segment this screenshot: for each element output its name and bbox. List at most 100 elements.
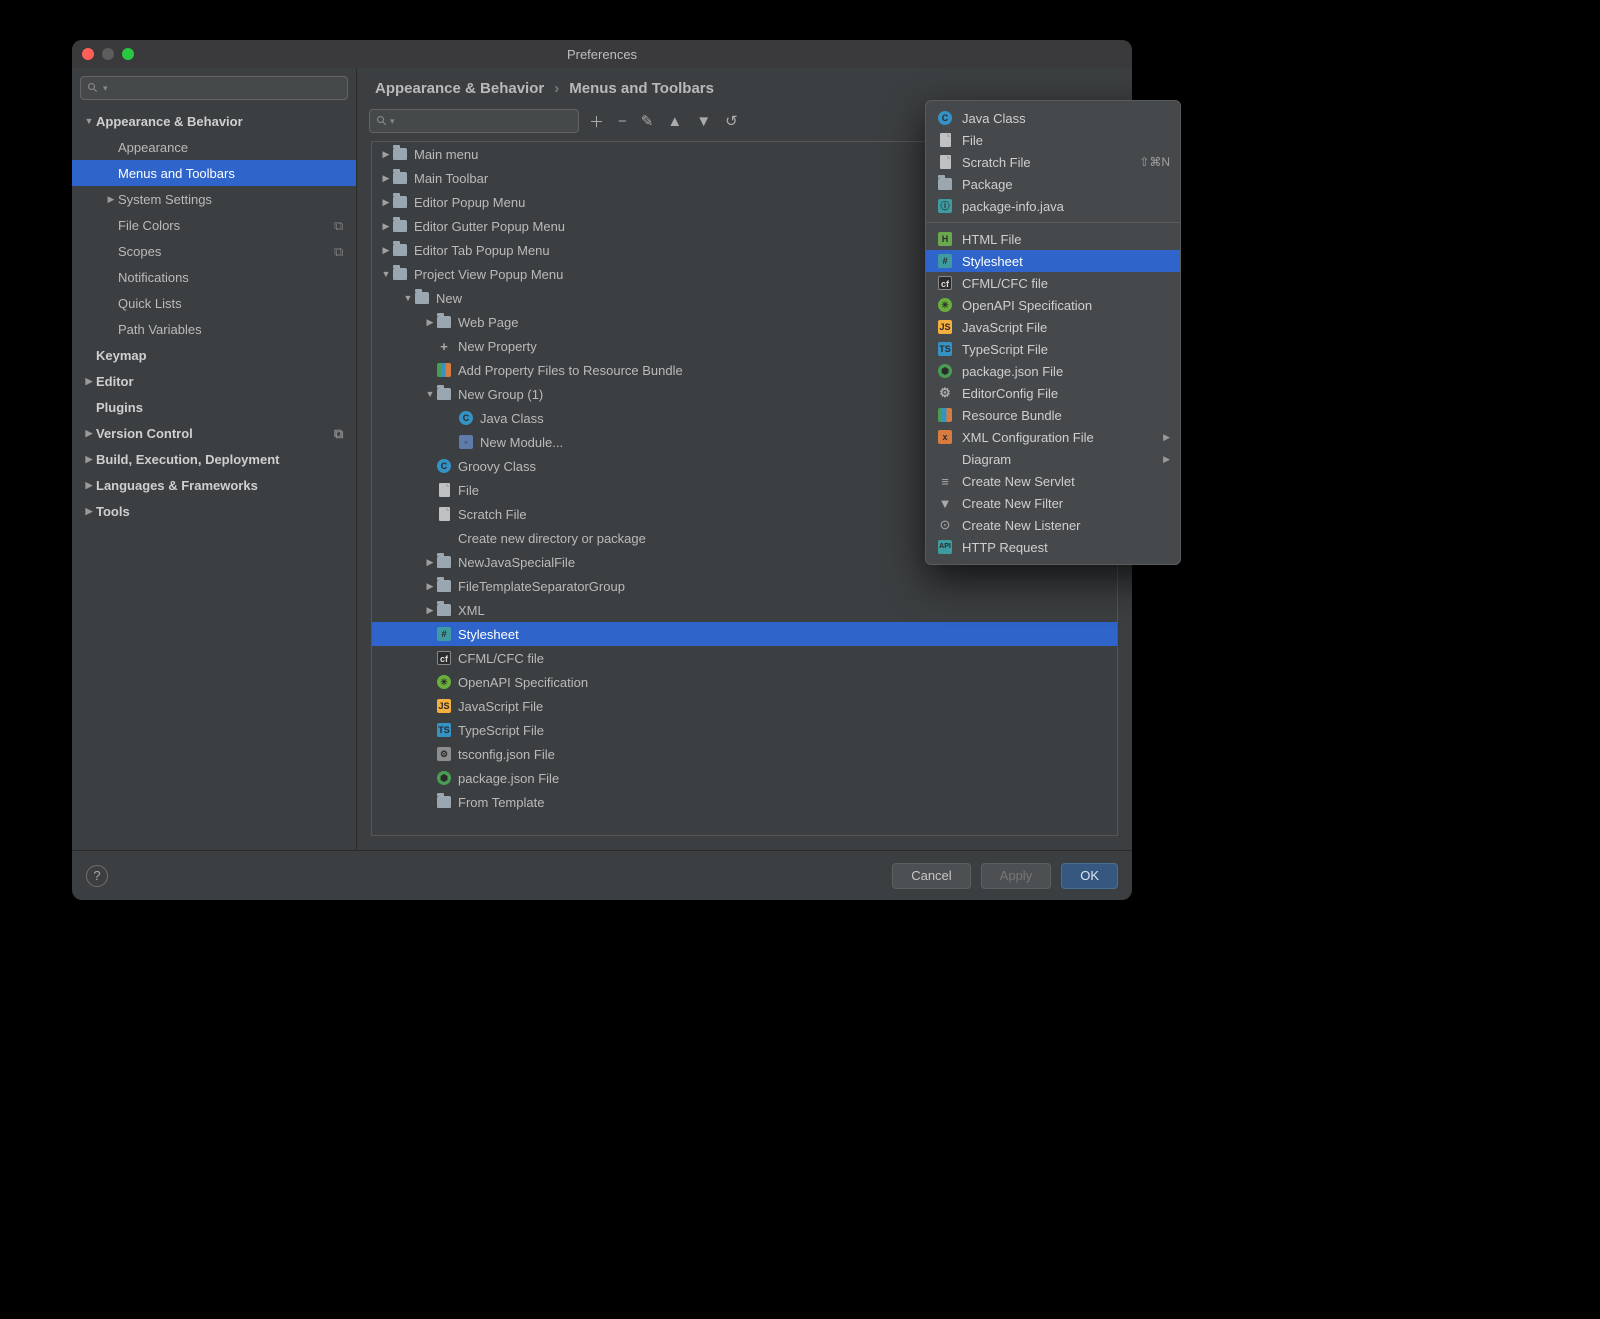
item-icon: ▼ bbox=[936, 496, 954, 511]
sidebar-item[interactable]: Quick Lists bbox=[72, 290, 356, 316]
expand-arrow-icon: ▶ bbox=[82, 454, 96, 465]
popup-item-label: Java Class bbox=[962, 111, 1026, 126]
tree-row[interactable]: ▶FileTemplateSeparatorGroup bbox=[372, 574, 1117, 598]
sidebar-item[interactable]: Keymap bbox=[72, 342, 356, 368]
popup-menu-item[interactable]: CJava Class bbox=[926, 107, 1180, 129]
popup-menu-item[interactable]: ≡Create New Servlet bbox=[926, 470, 1180, 492]
popup-menu-item[interactable]: ⓘpackage-info.java bbox=[926, 195, 1180, 217]
sidebar-item[interactable]: ▶Tools bbox=[72, 498, 356, 524]
tree-row-label: FileTemplateSeparatorGroup bbox=[458, 579, 625, 594]
new-file-popup[interactable]: CJava Class File Scratch File⇧⌘N Package ⓘpa… bbox=[925, 100, 1181, 565]
popup-menu-item[interactable]: HHTML File bbox=[926, 228, 1180, 250]
popup-menu-item[interactable]: File bbox=[926, 129, 1180, 151]
expand-arrow-icon: ▶ bbox=[424, 557, 436, 568]
popup-menu-item[interactable]: TSTypeScript File bbox=[926, 338, 1180, 360]
popup-menu-item[interactable]: APIHTTP Request bbox=[926, 536, 1180, 558]
sidebar-item-label: Scopes bbox=[118, 244, 161, 259]
chevron-right-icon: › bbox=[554, 80, 559, 97]
popup-item-label: File bbox=[962, 133, 983, 148]
cancel-button[interactable]: Cancel bbox=[892, 863, 970, 889]
tree-row[interactable]: JS JavaScript File bbox=[372, 694, 1117, 718]
sidebar-item[interactable]: Path Variables bbox=[72, 316, 356, 342]
item-icon: # bbox=[436, 627, 452, 641]
tree-row[interactable]: TSTypeScript File bbox=[372, 718, 1117, 742]
popup-item-label: HTTP Request bbox=[962, 540, 1048, 555]
popup-menu-item[interactable]: cfCFML/CFC file bbox=[926, 272, 1180, 294]
reset-button[interactable]: ↺ bbox=[725, 112, 738, 130]
tree-row-label: Web Page bbox=[458, 315, 518, 330]
sidebar-item[interactable]: Notifications bbox=[72, 264, 356, 290]
tree-row[interactable]: ⬢package.json File bbox=[372, 766, 1117, 790]
sidebar-item[interactable]: ▼Appearance & Behavior bbox=[72, 108, 356, 134]
sidebar-search-input[interactable]: ▾ bbox=[80, 76, 348, 100]
item-icon bbox=[436, 388, 452, 400]
item-icon bbox=[392, 220, 408, 232]
item-icon bbox=[436, 483, 452, 497]
breadcrumb-category: Appearance & Behavior bbox=[375, 80, 544, 97]
expand-arrow-icon: ▼ bbox=[424, 389, 436, 399]
tree-row[interactable]: ✳OpenAPI Specification bbox=[372, 670, 1117, 694]
item-icon: ▫ bbox=[458, 435, 474, 449]
popup-menu-item[interactable]: ⊙Create New Listener bbox=[926, 514, 1180, 536]
sidebar-item[interactable]: File Colors⧉ bbox=[72, 212, 356, 238]
popup-menu-item[interactable]: JSJavaScript File bbox=[926, 316, 1180, 338]
tree-row-label: From Template bbox=[458, 795, 544, 810]
popup-menu-item[interactable]: ▼Create New Filter bbox=[926, 492, 1180, 514]
tree-row[interactable]: From Template bbox=[372, 790, 1117, 814]
sidebar-item[interactable]: ▶Editor bbox=[72, 368, 356, 394]
sidebar-item[interactable]: ▶Build, Execution, Deployment bbox=[72, 446, 356, 472]
expand-arrow-icon: ▶ bbox=[380, 173, 392, 184]
popup-menu-item[interactable]: Package bbox=[926, 173, 1180, 195]
tree-row-label: Project View Popup Menu bbox=[414, 267, 563, 282]
popup-item-label: Package bbox=[962, 177, 1013, 192]
popup-menu-item[interactable]: xXML Configuration File▶ bbox=[926, 426, 1180, 448]
tree-row-label: New Module... bbox=[480, 435, 563, 450]
popup-menu-item[interactable]: Diagram▶ bbox=[926, 448, 1180, 470]
tree-row[interactable]: #Stylesheet bbox=[372, 622, 1117, 646]
tree-row-label: Main menu bbox=[414, 147, 478, 162]
sidebar-item[interactable]: Plugins bbox=[72, 394, 356, 420]
tree-row-label: JavaScript File bbox=[458, 699, 543, 714]
item-icon: cf bbox=[436, 651, 452, 665]
window-title: Preferences bbox=[72, 47, 1132, 62]
help-button[interactable]: ? bbox=[86, 865, 108, 887]
move-down-button[interactable]: ▼ bbox=[696, 113, 711, 130]
popup-menu-item[interactable]: #Stylesheet bbox=[926, 250, 1180, 272]
item-icon bbox=[392, 244, 408, 256]
tree-row[interactable]: cfCFML/CFC file bbox=[372, 646, 1117, 670]
tree-row[interactable]: ▶XML bbox=[372, 598, 1117, 622]
sidebar-item-label: Quick Lists bbox=[118, 296, 182, 311]
tree-row[interactable]: ⚙tsconfig.json File bbox=[372, 742, 1117, 766]
item-icon: JS bbox=[436, 699, 452, 713]
sidebar-item[interactable]: ▶System Settings bbox=[72, 186, 356, 212]
ok-button[interactable]: OK bbox=[1061, 863, 1118, 889]
remove-button[interactable]: − bbox=[618, 113, 627, 130]
popup-item-label: package-info.java bbox=[962, 199, 1064, 214]
sidebar-item[interactable]: Appearance bbox=[72, 134, 356, 160]
sidebar-item[interactable]: Menus and Toolbars bbox=[72, 160, 356, 186]
tree-row-label: Create new directory or package bbox=[458, 531, 646, 546]
popup-menu-item[interactable]: Scratch File⇧⌘N bbox=[926, 151, 1180, 173]
sidebar-item[interactable]: Scopes⧉ bbox=[72, 238, 356, 264]
sidebar-item[interactable]: ▶Languages & Frameworks bbox=[72, 472, 356, 498]
sidebar-item[interactable]: ▶Version Control⧉ bbox=[72, 420, 356, 446]
popup-menu-item[interactable]: ⬢package.json File bbox=[926, 360, 1180, 382]
popup-menu-item[interactable]: ⚙EditorConfig File bbox=[926, 382, 1180, 404]
expand-arrow-icon: ▼ bbox=[82, 116, 96, 126]
item-icon bbox=[436, 316, 452, 328]
tree-search-input[interactable]: ▾ bbox=[369, 109, 579, 133]
apply-button[interactable]: Apply bbox=[981, 863, 1052, 889]
popup-item-label: Create New Listener bbox=[962, 518, 1081, 533]
popup-item-label: HTML File bbox=[962, 232, 1021, 247]
popup-menu-item[interactable]: ✳OpenAPI Specification bbox=[926, 294, 1180, 316]
move-up-button[interactable]: ▲ bbox=[667, 113, 682, 130]
sidebar-item-label: Languages & Frameworks bbox=[96, 478, 258, 493]
item-icon bbox=[936, 408, 954, 422]
add-button[interactable]: ＋ bbox=[589, 111, 604, 132]
popup-menu-item[interactable]: Resource Bundle bbox=[926, 404, 1180, 426]
sidebar-item-label: Build, Execution, Deployment bbox=[96, 452, 279, 467]
item-icon bbox=[392, 268, 408, 280]
item-icon: x bbox=[936, 430, 954, 444]
edit-button[interactable]: ✎ bbox=[641, 112, 654, 130]
item-icon bbox=[436, 796, 452, 808]
